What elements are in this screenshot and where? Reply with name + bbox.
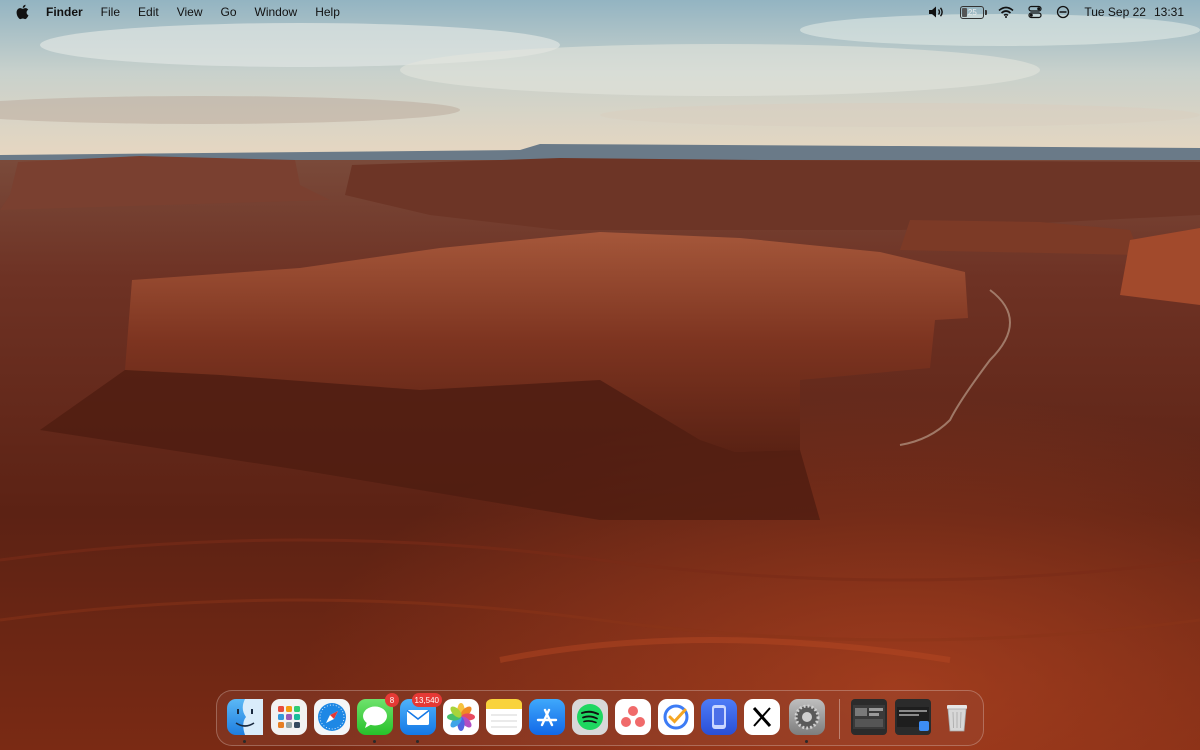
finder-icon-glyph: [235, 699, 263, 735]
menu-bar-status: 25 Tue Sep 22 13:31: [928, 0, 1184, 24]
apple-icon-glyph: [16, 4, 29, 20]
menu-bar-left: Finder File Edit View Go Window Help: [0, 0, 358, 24]
trash-icon-glyph: [947, 705, 967, 732]
control-center-icon[interactable]: [1028, 5, 1042, 19]
battery-percentage: 25: [967, 7, 977, 17]
menu-time[interactable]: 13:31: [1154, 5, 1184, 19]
wallpaper-landscape: [0, 0, 1200, 750]
focus-icon[interactable]: [1056, 5, 1070, 19]
apple-icon[interactable]: [16, 4, 30, 20]
menu-date[interactable]: Tue Sep 22: [1084, 5, 1146, 19]
mail-running-indicator: [416, 740, 419, 743]
wifi-icon-glyph: [998, 6, 1014, 18]
wifi-icon[interactable]: [998, 6, 1014, 18]
safari-icon[interactable]: [314, 699, 350, 735]
window-thumbnail-2-glyph: [897, 707, 929, 731]
x-icon[interactable]: [744, 699, 780, 735]
window-thumbnail-icon[interactable]: [851, 699, 887, 735]
menu-window[interactable]: Window: [255, 5, 298, 19]
simulator-icon-glyph: [712, 705, 726, 729]
settings-icon-glyph: [794, 704, 820, 730]
volume-icon[interactable]: [928, 5, 946, 19]
menu-help[interactable]: Help: [315, 5, 340, 19]
messages-badge: 8: [385, 693, 399, 707]
simulator-icon[interactable]: [701, 699, 737, 735]
menu-app-name[interactable]: Finder: [46, 5, 83, 19]
mail-icon[interactable]: 13,540: [400, 693, 442, 735]
finder-icon[interactable]: [227, 699, 263, 735]
launchpad-icon[interactable]: [271, 699, 307, 735]
menu-view[interactable]: View: [177, 5, 203, 19]
trash-icon[interactable]: [939, 699, 975, 735]
app-store-icon[interactable]: [529, 699, 565, 735]
menu-bar: Finder File Edit View Go Window Help 25: [0, 0, 1200, 24]
menu-edit[interactable]: Edit: [138, 5, 159, 19]
dock: 8 13,540: [216, 690, 984, 746]
x-icon-glyph: [752, 707, 772, 727]
notes-icon-glyph: [486, 699, 522, 728]
notes-icon[interactable]: [486, 699, 522, 735]
spotify-icon[interactable]: [572, 699, 608, 735]
settings-icon[interactable]: [789, 699, 825, 735]
desktop-wallpaper: [0, 0, 1200, 750]
settings-running-indicator: [805, 740, 808, 743]
menu-file[interactable]: File: [101, 5, 120, 19]
photos-icon-glyph: [447, 703, 475, 731]
tasks-icon-glyph: [663, 704, 689, 730]
window-thumbnail-icon-2[interactable]: [895, 699, 931, 735]
control-center-icon-glyph: [1028, 5, 1042, 19]
asana-icon-glyph: [621, 706, 645, 727]
battery-fill: [962, 7, 968, 17]
tasks-icon[interactable]: [658, 699, 694, 735]
app-store-icon-glyph: [536, 708, 558, 727]
spotify-icon-glyph: [577, 704, 603, 730]
battery-nub: [985, 9, 988, 15]
safari-icon-glyph: [318, 703, 346, 731]
finder-running-indicator: [243, 740, 246, 743]
volume-icon-glyph: [929, 6, 944, 18]
menu-go[interactable]: Go: [221, 5, 237, 19]
asana-icon[interactable]: [615, 699, 651, 735]
mail-badge: 13,540: [411, 693, 442, 707]
battery-indicator: 25: [960, 5, 988, 19]
messages-running-indicator: [373, 740, 376, 743]
focus-icon-glyph: [1057, 5, 1070, 19]
dock-separator: [839, 699, 840, 739]
photos-icon[interactable]: [443, 699, 479, 735]
battery-icon[interactable]: 25: [960, 5, 988, 19]
launchpad-icon-glyph: [278, 706, 300, 728]
messages-icon[interactable]: 8: [357, 693, 399, 735]
window-thumbnail-1-glyph: [853, 705, 885, 729]
